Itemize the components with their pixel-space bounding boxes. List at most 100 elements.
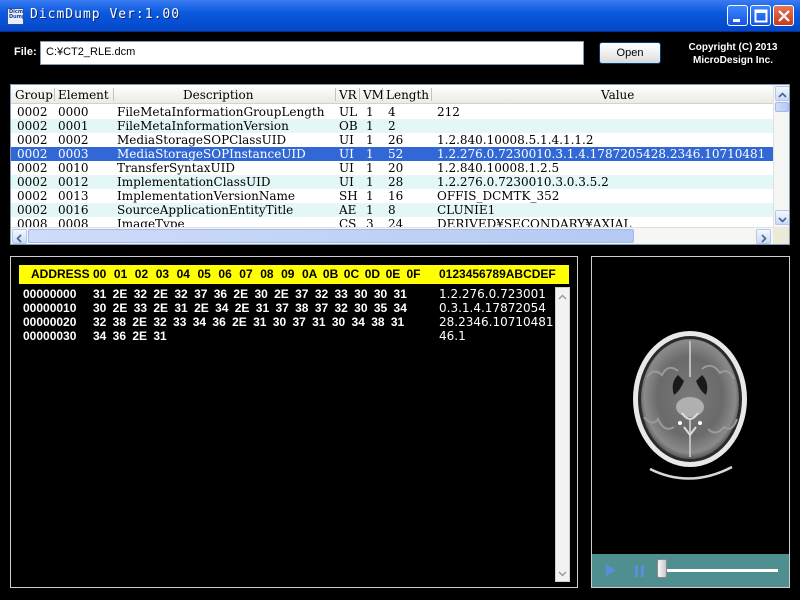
cell-length: 8	[388, 203, 396, 217]
hex-header-ascii: 0123456789ABCDEF	[439, 267, 556, 281]
file-path-input[interactable]: C:¥CT2_RLE.dcm	[40, 41, 584, 65]
close-button[interactable]	[773, 5, 794, 26]
cell-vm: 1	[366, 175, 374, 189]
col-header-vm[interactable]: VM	[363, 88, 384, 102]
image-viewer-panel[interactable]	[591, 256, 790, 588]
table-row[interactable]: 0002 0016 SourceApplicationEntityTitle AE 1 8…	[11, 203, 773, 217]
cell-vr: OB	[339, 119, 358, 133]
maximize-button[interactable]	[750, 5, 771, 26]
minimize-icon	[733, 19, 740, 22]
hex-address: 00000010	[23, 301, 77, 315]
cell-description: ImplementationVersionName	[117, 189, 296, 203]
copyright-line1: Copyright (C) 2013	[688, 42, 778, 53]
cell-group: 0002	[17, 203, 48, 217]
cell-vr: UI	[339, 161, 354, 175]
hex-rows: 00000000 31 2E 32 2E 32 37 36 2E 30 2E 37…	[19, 287, 559, 343]
minimize-button[interactable]	[727, 5, 748, 26]
table-row[interactable]: 0002 0012 ImplementationClassUID UI 1 28 1.2.2…	[11, 175, 773, 189]
frame-slider-track[interactable]	[662, 569, 778, 572]
hex-header-byte: 05	[197, 267, 211, 281]
close-icon	[778, 10, 790, 22]
scrollbar-corner	[773, 227, 789, 244]
col-header-vr[interactable]: VR	[339, 88, 357, 102]
hex-header-byte: 0E	[385, 267, 401, 281]
cell-description: MediaStorageSOPClassUID	[117, 133, 287, 147]
cell-vm: 1	[366, 189, 374, 203]
hex-address: 00000020	[23, 315, 77, 329]
hex-dump-panel[interactable]: ADDRESS 0123456789ABCDEF 00 01 02 03 04 05 06 0…	[10, 256, 578, 588]
dicom-tag-table[interactable]: Group Element Description VR VM Length V…	[10, 84, 790, 245]
hex-ascii: 28.2346.10710481	[439, 315, 554, 329]
hex-header-byte: 0C	[343, 267, 360, 281]
copyright-notice: Copyright (C) 2013 MicroDesign Inc.	[672, 41, 794, 67]
hex-ascii: 0.3.1.4.17872054	[439, 301, 546, 315]
table-row[interactable]: 0002 0013 ImplementationVersionName SH 1 16 OF…	[11, 189, 773, 203]
scroll-right-button[interactable]	[756, 229, 771, 244]
cell-length: 20	[388, 161, 404, 175]
cell-length: 16	[388, 189, 404, 203]
chevron-left-icon	[16, 234, 22, 243]
horizontal-scroll-thumb[interactable]	[28, 229, 634, 243]
col-header-element[interactable]: Element	[58, 88, 109, 102]
cell-vm: 1	[366, 119, 374, 133]
window-title: DicmDump Ver:1.00	[30, 7, 181, 22]
chevron-right-icon	[761, 234, 767, 243]
scroll-down-button[interactable]	[775, 210, 789, 225]
cell-value: 212	[437, 105, 460, 119]
cell-group: 0002	[17, 133, 48, 147]
pause-icon[interactable]	[632, 563, 648, 579]
frame-slider-thumb[interactable]	[657, 559, 667, 578]
hex-ascii: 46.1	[439, 329, 466, 343]
hex-header-byte: 0A	[302, 267, 318, 281]
cell-group: 0002	[17, 189, 48, 203]
copyright-line2: MicroDesign Inc.	[692, 55, 773, 66]
table-horizontal-scrollbar[interactable]	[11, 227, 773, 244]
cell-vr: AE	[339, 203, 357, 217]
ct-image	[633, 331, 747, 480]
table-row[interactable]: 0002 0010 TransferSyntaxUID UI 1 20 1.2.840.10…	[11, 161, 773, 175]
vertical-scroll-thumb[interactable]	[775, 102, 789, 112]
col-header-value[interactable]: Value	[601, 88, 634, 102]
cell-vm: 1	[366, 161, 374, 175]
hex-header-address: ADDRESS	[31, 267, 90, 281]
hex-row[interactable]: 00000030 34 36 2E 31 46.1	[19, 329, 559, 343]
open-button[interactable]: Open	[599, 42, 661, 64]
hex-ascii: 1.2.276.0.723001	[439, 287, 546, 301]
cell-vr: UL	[339, 105, 358, 119]
title-bar[interactable]: Dicm Dump DicmDump Ver:1.00	[0, 0, 800, 32]
cell-value: OFFIS_DCMTK_352	[437, 189, 560, 203]
hex-bytes: 32 38 2E 32 33 34 36 2E 31 30 37 31 30 3…	[93, 315, 405, 329]
hex-row[interactable]: 00000010 30 2E 33 2E 31 2E 34 2E 31 37 38…	[19, 301, 559, 315]
scroll-left-button[interactable]	[12, 229, 27, 244]
cell-description: SourceApplicationEntityTitle	[117, 203, 294, 217]
chevron-up-icon[interactable]	[556, 291, 569, 303]
hex-row[interactable]: 00000000 31 2E 32 2E 32 37 36 2E 30 2E 37…	[19, 287, 559, 301]
chevron-down-icon[interactable]	[556, 568, 569, 580]
table-vertical-scrollbar[interactable]	[773, 85, 789, 227]
hex-header-byte: 03	[155, 267, 170, 281]
hex-vertical-scrollbar[interactable]	[555, 287, 570, 582]
col-header-group[interactable]: Group	[15, 88, 53, 102]
col-header-length[interactable]: Length	[386, 88, 429, 102]
cell-length: 26	[388, 133, 404, 147]
hex-header-byte: 04	[176, 267, 190, 281]
app-icon[interactable]: Dicm Dump	[7, 8, 24, 25]
table-row[interactable]: 0002 0001 FileMetaInformationVersion OB 1 2	[11, 119, 773, 133]
cell-value: 1.2.276.0.7230010.3.1.4.1787205428.2346.…	[437, 147, 766, 161]
cell-vm: 1	[366, 105, 374, 119]
cell-element: 0013	[58, 189, 89, 203]
hex-header-byte: 0B	[322, 267, 339, 281]
cell-vm: 1	[366, 147, 374, 161]
hex-bytes: 31 2E 32 2E 32 37 36 2E 30 2E 37 32 33 3…	[93, 287, 407, 301]
scroll-up-button[interactable]	[775, 86, 789, 101]
col-header-description[interactable]: Description	[183, 88, 253, 102]
cell-vr: UI	[339, 133, 354, 147]
table-row[interactable]: 0002 0000 FileMetaInformationGroupLength UL…	[11, 105, 773, 119]
hex-row[interactable]: 00000020 32 38 2E 32 33 34 36 2E 31 30 37…	[19, 315, 559, 329]
cell-length: 28	[388, 175, 404, 189]
table-row[interactable]: 0002 0002 MediaStorageSOPClassUID UI 1 26 1.2.…	[11, 133, 773, 147]
play-icon[interactable]	[602, 562, 618, 578]
hex-header: ADDRESS 0123456789ABCDEF 00 01 02 03 04 05 06 0…	[19, 265, 569, 284]
hex-header-byte: 02	[134, 267, 149, 281]
table-row[interactable]: 0002 0003 MediaStorageSOPInstanceUID UI 1 52 1…	[11, 147, 773, 161]
